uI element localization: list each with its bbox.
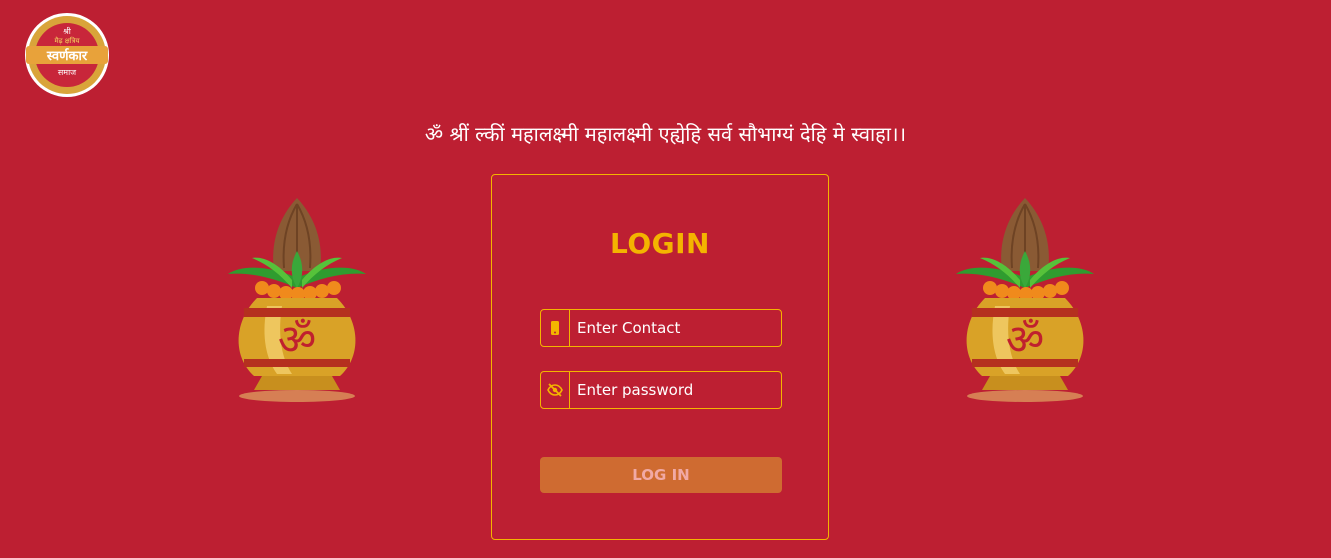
login-title: LOGIN — [610, 227, 710, 260]
password-input[interactable] — [570, 372, 781, 408]
contact-input[interactable] — [570, 310, 781, 346]
login-page: श्री मैढ़ क्षत्रिय स्वर्णकार समाज ॐ श्री… — [0, 0, 1331, 558]
om-symbol-right: ॐ — [1006, 315, 1044, 364]
login-button[interactable]: LOG IN — [540, 457, 782, 493]
logo-bottom-text: समाज — [58, 68, 77, 77]
password-field[interactable] — [540, 371, 782, 409]
logo-sub-text: मैढ़ क्षत्रिय — [54, 36, 80, 45]
kalash-left-image: ॐ — [228, 198, 366, 402]
om-symbol-left: ॐ — [278, 315, 316, 364]
contact-field[interactable] — [540, 309, 782, 347]
logo-main-text: स्वर्णकार — [46, 48, 88, 64]
logo-top-text: श्री — [63, 26, 72, 36]
samaj-logo: श्री मैढ़ क्षत्रिय स्वर्णकार समाज — [25, 13, 109, 97]
login-form: LOGIN LOG IN — [491, 174, 829, 540]
kalash-right-image: ॐ — [956, 198, 1094, 402]
eye-slash-icon[interactable] — [541, 372, 570, 408]
mantra-text: ॐ श्रीं ल्कीं महालक्ष्मी महालक्ष्मी एह्य… — [424, 122, 907, 146]
phone-icon — [541, 310, 570, 346]
